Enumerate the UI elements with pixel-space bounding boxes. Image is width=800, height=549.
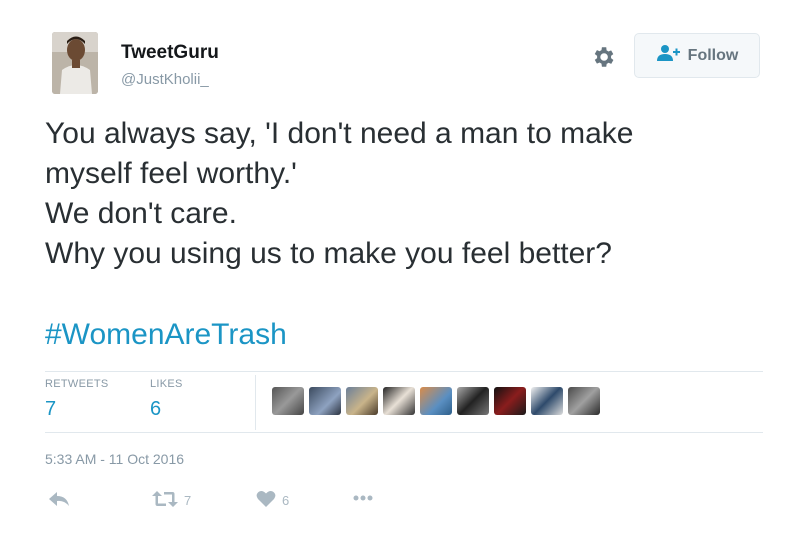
liker-avatar[interactable] [346,387,378,415]
author-avatar[interactable] [52,32,98,94]
reply-button[interactable] [48,490,70,511]
hashtag-link[interactable]: #WomenAreTrash [45,318,287,352]
tweet-line: You always say, 'I don't need a man to m… [45,117,634,150]
liker-avatar[interactable] [309,387,341,415]
tweet-text: You always say, 'I don't need a man to m… [45,114,765,274]
follow-label: Follow [687,46,739,64]
liker-avatar[interactable] [531,387,563,415]
author-name[interactable]: TweetGuru [121,42,219,64]
retweets-label: RETWEETS [45,378,109,390]
more-button[interactable] [352,490,374,505]
liker-avatar[interactable] [457,387,489,415]
tweet-line: Why you using us to make you feel better… [45,237,612,270]
reply-icon [48,490,70,511]
gear-icon[interactable] [590,44,616,70]
retweets-count[interactable]: 7 [45,398,109,421]
liker-avatar[interactable] [494,387,526,415]
follow-person-icon [656,44,680,67]
author-handle[interactable]: @JustKholii_ [121,71,209,88]
tweet-line: We don't care. [45,197,237,230]
tweet-timestamp[interactable]: 5:33 AM - 11 Oct 2016 [45,451,184,467]
stats-separator [255,375,256,430]
more-icon [352,490,374,505]
liker-avatar[interactable] [420,387,452,415]
likes-label: LIKES [150,378,183,390]
heart-icon [256,490,276,511]
liker-avatar[interactable] [383,387,415,415]
retweet-button[interactable]: 7 [152,490,191,511]
tweet-line: myself feel worthy.' [45,157,297,190]
like-button[interactable]: 6 [256,490,289,511]
retweet-count: 7 [184,493,192,508]
retweet-icon [152,490,178,511]
like-count: 6 [282,493,290,508]
stats-bottom-divider [45,432,763,433]
retweets-stat[interactable]: RETWEETS 7 [45,378,109,421]
likes-stat[interactable]: LIKES 6 [150,378,183,421]
stats-top-divider [45,371,763,372]
follow-button[interactable]: Follow [634,33,760,78]
liker-avatar[interactable] [272,387,304,415]
liker-avatars [272,387,600,415]
liker-avatar[interactable] [568,387,600,415]
likes-count[interactable]: 6 [150,398,183,421]
